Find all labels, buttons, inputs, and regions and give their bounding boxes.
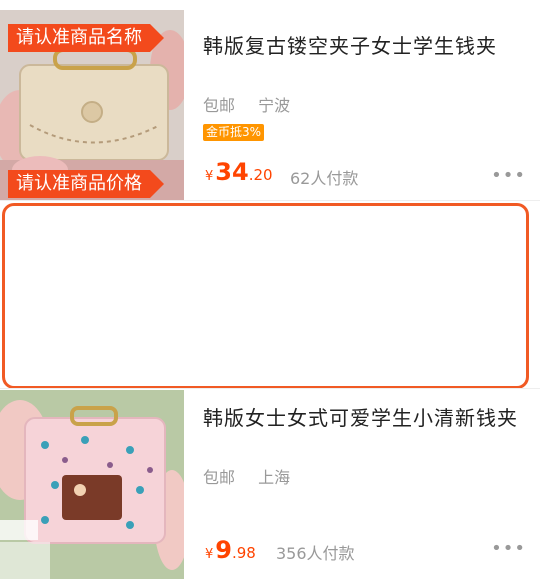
price-decimal: .98 [231, 544, 256, 562]
sold-count: 356人付款 [276, 544, 355, 563]
location-label: 上海 [258, 468, 291, 487]
location-label: 宁波 [258, 96, 291, 115]
product-title[interactable]: 韩版女士女式可爱学生小清新钱夹 [203, 402, 518, 431]
name-callout: 请认准商品名称 [8, 24, 164, 52]
coin-discount-badge: 金币抵3% [203, 124, 265, 141]
product-price: ¥9.98 [205, 536, 256, 564]
shipping-label: 包邮 [203, 468, 236, 487]
product-item[interactable]: 韩版女士女式可爱学生小清新钱夹 包邮 上海 ¥9.98 356人付款 ••• [0, 388, 540, 579]
currency-symbol: ¥ [205, 169, 214, 184]
product-price: ¥34.20 [205, 158, 273, 186]
shipping-label: 包邮 [203, 96, 236, 115]
pink-wallet-image [0, 390, 184, 579]
ellipsis-icon[interactable]: ••• [491, 165, 526, 186]
currency-symbol: ¥ [205, 547, 214, 562]
product-thumbnail[interactable] [0, 390, 184, 579]
product-meta: 包邮 上海 [203, 464, 308, 488]
product-title[interactable]: 韩版复古镂空夹子女士学生钱夹 [203, 30, 497, 59]
price-integer: 34 [215, 158, 249, 186]
price-integer: 9 [215, 536, 232, 564]
divider [0, 200, 540, 201]
empty-placeholder-box [2, 203, 529, 389]
ellipsis-icon[interactable]: ••• [491, 538, 526, 559]
price-decimal: .20 [248, 166, 273, 184]
product-meta: 包邮 宁波 [203, 92, 308, 116]
sold-count: 62人付款 [290, 169, 359, 188]
price-callout: 请认准商品价格 [8, 170, 164, 198]
